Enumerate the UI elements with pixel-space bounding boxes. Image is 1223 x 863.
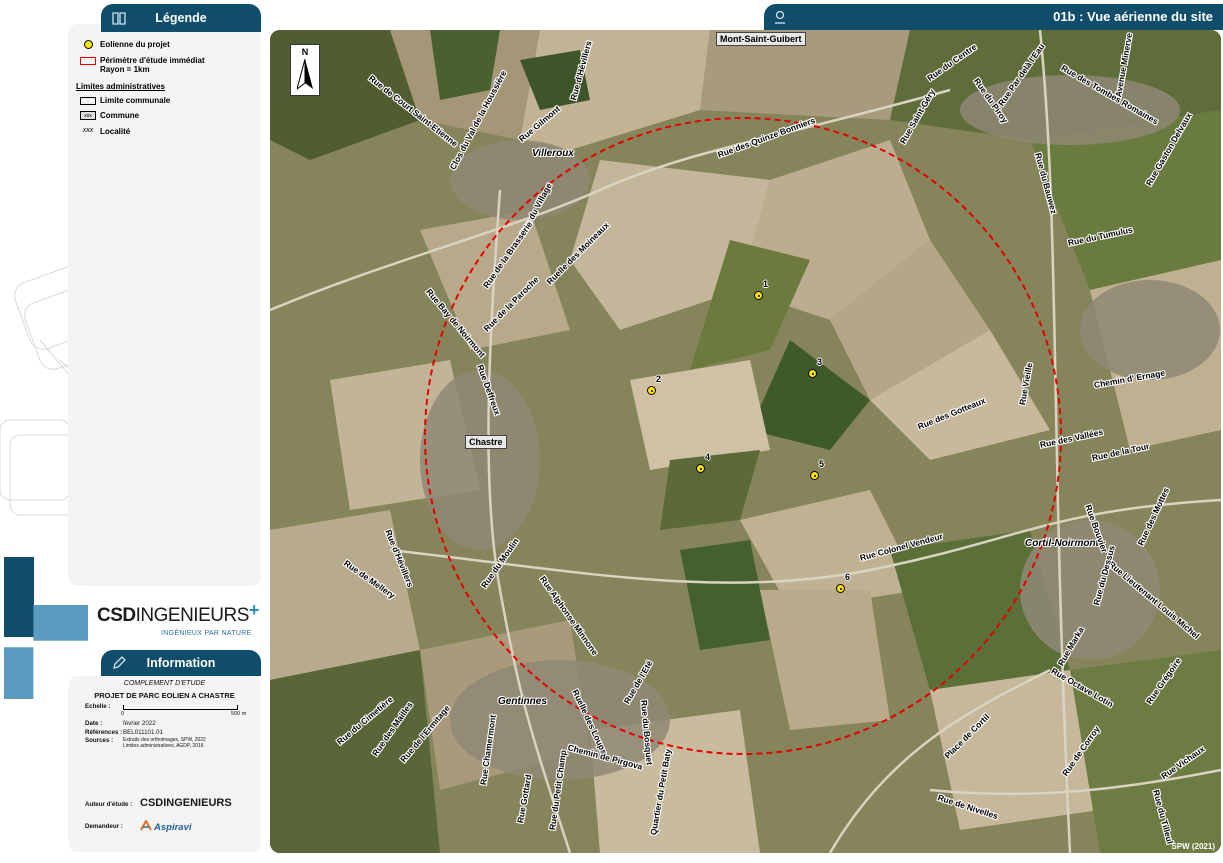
legend-item-locality: xxx Localité bbox=[82, 127, 131, 136]
info-sources-label: Sources : bbox=[85, 737, 114, 744]
pencil-icon bbox=[113, 656, 126, 669]
legend-header: Légende bbox=[101, 4, 261, 32]
map-title-bar: 01b : Vue aérienne du site bbox=[764, 4, 1223, 30]
legend-item-perimeter: Périmètre d'étude immédiat Rayon = 1km bbox=[76, 56, 205, 74]
aspiravi-icon bbox=[140, 818, 152, 831]
turbine-number: 4 bbox=[705, 452, 711, 462]
turbine-marker[interactable] bbox=[836, 584, 845, 593]
info-ref-value: BEL011101.01 bbox=[123, 729, 164, 736]
turbine-number: 2 bbox=[656, 374, 662, 384]
location-icon bbox=[775, 10, 785, 24]
scale-end: 500 m bbox=[231, 711, 247, 717]
turbine-number: 1 bbox=[763, 279, 769, 289]
decorative-block-dark bbox=[4, 557, 34, 637]
aerial-map[interactable]: N Mont-Saint-Guibert Chastre Villeroux C… bbox=[270, 30, 1221, 853]
info-date-value: février 2022 bbox=[123, 720, 156, 727]
locality-label-villeroux: Villeroux bbox=[532, 148, 574, 159]
information-header: Information bbox=[101, 650, 261, 676]
info-subtitle: COMPLEMENT D'ETUDE bbox=[123, 680, 206, 687]
info-scale-label: Echelle : bbox=[85, 703, 111, 710]
csd-logo: CSDINGENIEURS+ INGÉNIEUX PAR NATURE bbox=[97, 600, 260, 637]
info-requester-value: Aspiravi bbox=[154, 822, 192, 833]
north-arrow-icon: N bbox=[290, 44, 320, 96]
commune-label-mont-saint-guibert: Mont-Saint-Guibert bbox=[716, 32, 806, 46]
info-date-label: Date : bbox=[85, 720, 103, 727]
turbine-number: 6 bbox=[845, 572, 851, 582]
map-credit: SPW (2021) bbox=[1171, 842, 1215, 851]
turbine-marker[interactable] bbox=[696, 464, 705, 473]
turbine-marker[interactable] bbox=[808, 369, 817, 378]
commune-limit-symbol bbox=[80, 97, 96, 105]
info-ref-label: Références : bbox=[85, 729, 123, 736]
info-author-logo: CSDINGENIEURS bbox=[140, 797, 232, 809]
locality-label-cortil-noirmont: Cortil-Noirmont bbox=[1025, 538, 1099, 549]
logo-tagline: INGÉNIEUX PAR NATURE bbox=[161, 630, 252, 637]
turbine-number: 3 bbox=[817, 357, 823, 367]
perimeter-symbol bbox=[80, 57, 96, 65]
info-author-label: Auteur d'étude : bbox=[85, 801, 133, 808]
turbine-icon bbox=[83, 40, 93, 49]
legend-admin-title: Limites administratives bbox=[76, 82, 165, 91]
scale-start: 0 bbox=[121, 711, 125, 717]
legend-panel bbox=[68, 24, 261, 586]
book-icon bbox=[112, 12, 126, 25]
locality-label-gentinnes: Gentinnes bbox=[498, 696, 547, 707]
legend-item-commune-limit: Limite communale bbox=[76, 96, 170, 105]
locality-symbol: xxx bbox=[82, 127, 94, 134]
information-panel: COMPLEMENT D'ETUDE PROJET DE PARC EOLIEN… bbox=[68, 676, 261, 852]
info-sources-2: Limites administratives, AGDP, 2016 bbox=[123, 743, 204, 749]
map-title: 01b : Vue aérienne du site bbox=[1053, 9, 1213, 24]
scale-bar bbox=[123, 705, 238, 710]
turbine-marker[interactable] bbox=[810, 471, 819, 480]
legend-item-commune: xxx Commune bbox=[76, 111, 139, 120]
commune-symbol: xxx bbox=[80, 111, 96, 120]
info-requester-label: Demandeur : bbox=[85, 823, 123, 830]
turbine-number: 5 bbox=[819, 459, 825, 469]
turbine-marker[interactable] bbox=[647, 386, 656, 395]
legend-item-turbine: Eolienne du projet bbox=[76, 40, 170, 49]
turbine-marker[interactable] bbox=[754, 291, 763, 300]
commune-label-chastre: Chastre bbox=[465, 435, 507, 449]
info-project: PROJET DE PARC EOLIEN A CHASTRE bbox=[94, 691, 235, 700]
